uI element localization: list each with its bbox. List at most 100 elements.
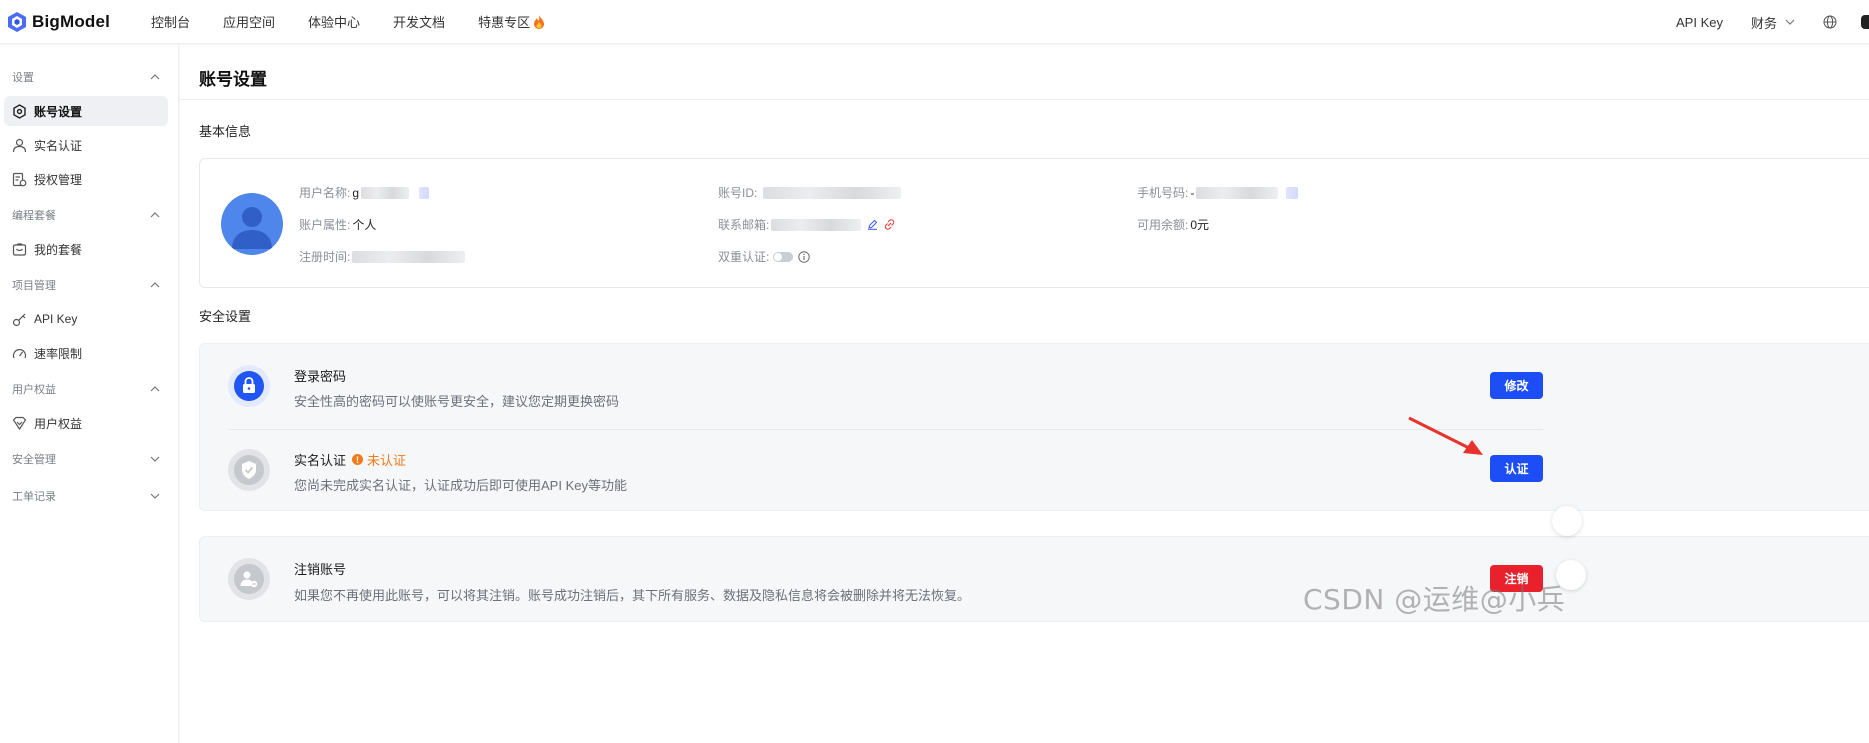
redacted-value (763, 186, 902, 199)
email-field: 联系邮箱: (718, 216, 895, 233)
redacted-value (771, 218, 862, 231)
sidebar-item-api-key[interactable]: API Key (4, 304, 168, 334)
unverified-status: 未认证 (367, 453, 407, 468)
user-remove-icon (234, 564, 264, 594)
nav-api-key[interactable]: API Key (1676, 15, 1723, 30)
account-id-label: 账号ID: (718, 186, 758, 200)
sidebar-item-label: 速率限制 (34, 346, 83, 361)
chevron-down-icon (150, 493, 160, 499)
delete-account-icon-wrap (228, 558, 270, 600)
phone-field: 手机号码: - (1137, 184, 1299, 201)
top-navbar: BigModel 控制台 应用空间 体验中心 开发文档 特惠专区 API Key… (0, 0, 1869, 44)
sidebar-group-label: 编程套餐 (12, 210, 56, 222)
redacted-value (419, 186, 430, 199)
top-nav-menu: 控制台 应用空间 体验中心 开发文档 特惠专区 (151, 12, 578, 31)
account-type-field: 账户属性: 个人 (299, 216, 376, 233)
chevron-up-icon (150, 74, 160, 80)
sidebar-item-label: 我的套餐 (34, 242, 83, 257)
nav-special-offers-label: 特惠专区 (478, 15, 531, 30)
top-right-actions: API Key 财务 (1676, 0, 1869, 44)
two-factor-field: 双重认证: (718, 248, 811, 265)
register-time-field: 注册时间: (299, 248, 466, 265)
shield-check-icon (234, 455, 264, 485)
password-title: 登录密码 (294, 369, 347, 384)
chevron-up-icon (150, 212, 160, 218)
chevron-up-icon (150, 386, 160, 392)
edit-icon[interactable] (867, 219, 878, 230)
watermark: CSDN @运维@小兵 (1303, 583, 1566, 616)
delete-account-title: 注销账号 (294, 562, 347, 577)
sidebar-group-label: 用户权益 (12, 384, 56, 396)
floating-help-button[interactable] (1552, 506, 1582, 536)
sidebar-group-project[interactable]: 项目管理 (12, 277, 160, 293)
username-field: 用户名称: g (299, 184, 430, 201)
sidebar-item-label: 授权管理 (34, 172, 83, 187)
email-label: 联系邮箱: (718, 218, 770, 232)
unlink-icon[interactable] (884, 219, 895, 230)
globe-icon[interactable] (1823, 15, 1837, 29)
user-icon (12, 138, 27, 152)
sidebar-group-security[interactable]: 安全管理 (12, 451, 160, 467)
finance-dropdown[interactable]: 财务 (1751, 13, 1795, 32)
real-name-desc: 您尚未完成实名认证，认证成功后即可使用API Key等功能 (294, 478, 627, 493)
delete-account-desc: 如果您不再使用此账号，可以将其注销。账号成功注销后，其下所有服务、数据及隐私信息… (294, 588, 971, 603)
annotation-arrow-icon (1408, 416, 1483, 455)
two-factor-toggle[interactable] (773, 251, 794, 262)
fire-icon (534, 14, 545, 29)
password-desc: 安全性高的密码可以使账号更安全，建议您定期更换密码 (294, 394, 620, 409)
modify-password-button[interactable]: 修改 (1490, 372, 1543, 399)
sidebar-group-coding-plan[interactable]: 编程套餐 (12, 207, 160, 223)
user-avatar[interactable] (1861, 15, 1869, 29)
security-card: 登录密码 安全性高的密码可以使账号更安全，建议您定期更换密码 修改 实名认证 !… (199, 343, 1869, 511)
sidebar-group-settings[interactable]: 设置 (12, 69, 160, 85)
sidebar-item-real-name[interactable]: 实名认证 (4, 130, 168, 160)
security-settings-title: 安全设置 (199, 309, 252, 324)
sidebar-item-authorization[interactable]: 授权管理 (4, 164, 168, 194)
sidebar-item-account-settings[interactable]: 账号设置 (4, 96, 168, 126)
redacted-value (361, 186, 410, 199)
verify-button[interactable]: 认证 (1490, 455, 1543, 482)
delete-account-row: 注销账号 如果您不再使用此账号，可以将其注销。账号成功注销后，其下所有服务、数据… (200, 537, 1869, 621)
sidebar-item-user-benefits[interactable]: 用户权益 (4, 408, 168, 438)
register-time-label: 注册时间: (299, 250, 351, 264)
phone-label: 手机号码: (1137, 186, 1189, 200)
logo[interactable]: BigModel (8, 11, 151, 32)
bigmodel-logo-icon (8, 11, 26, 32)
sidebar-item-label: API Key (34, 312, 78, 326)
balance-value: 0元 (1190, 218, 1210, 232)
unverified-badge: ! 未认证 (352, 450, 406, 469)
password-icon-wrap (228, 365, 270, 407)
redacted-value (1196, 186, 1279, 199)
sidebar-item-rate-limit[interactable]: 速率限制 (4, 338, 168, 368)
username-value: g (352, 185, 360, 200)
sidebar-group-user-benefits[interactable]: 用户权益 (12, 381, 160, 397)
nav-experience-center[interactable]: 体验中心 (308, 12, 360, 31)
balance-label: 可用余额: (1137, 218, 1189, 232)
redacted-value (1286, 186, 1299, 199)
warning-icon: ! (352, 454, 364, 465)
nav-special-offers[interactable]: 特惠专区 (478, 12, 545, 31)
account-type-label: 账户属性: (299, 218, 351, 232)
real-name-icon-wrap (228, 449, 270, 491)
chevron-down-icon (150, 456, 160, 462)
sidebar-group-label: 设置 (12, 72, 34, 84)
benefit-icon (12, 416, 27, 430)
account-id-field: 账号ID: (718, 184, 902, 201)
sidebar-group-tickets[interactable]: 工单记录 (12, 488, 160, 504)
chevron-up-icon (150, 282, 160, 288)
sidebar-item-my-package[interactable]: 我的套餐 (4, 234, 168, 264)
package-icon (12, 242, 27, 256)
phone-value: - (1190, 185, 1195, 200)
info-icon[interactable] (798, 250, 811, 263)
chevron-down-icon (1785, 19, 1795, 25)
divider (180, 99, 1869, 100)
delete-account-card: 注销账号 如果您不再使用此账号，可以将其注销。账号成功注销后，其下所有服务、数据… (199, 536, 1869, 622)
nav-app-space[interactable]: 应用空间 (223, 12, 275, 31)
basic-info-title: 基本信息 (199, 124, 252, 139)
sidebar-item-label: 实名认证 (34, 138, 83, 153)
nav-console[interactable]: 控制台 (151, 12, 190, 31)
profile-avatar (221, 193, 283, 255)
basic-info-card: 用户名称: g 账户属性: 个人 注册时间: 账号ID: 联系邮箱: 双重认证:… (199, 158, 1869, 288)
real-name-row: 实名认证 ! 未认证 您尚未完成实名认证，认证成功后即可使用API Key等功能… (200, 428, 1869, 512)
nav-dev-docs[interactable]: 开发文档 (393, 12, 445, 31)
